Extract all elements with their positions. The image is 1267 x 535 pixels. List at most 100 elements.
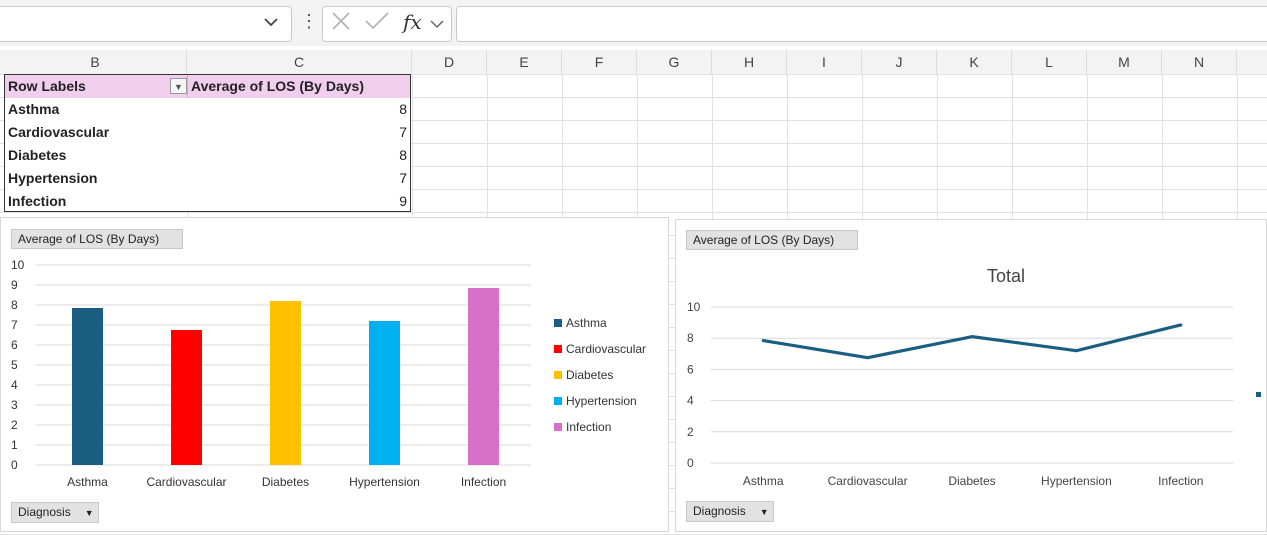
legend-label: Diabetes — [566, 368, 613, 382]
dropdown-arrow-icon: ▼ — [84, 508, 94, 518]
line-plot-area: Total 0 2 4 6 8 10 Asthma Cardiovascular Diabetes… — [687, 266, 1233, 488]
check-icon[interactable] — [364, 10, 390, 37]
data-point — [866, 356, 870, 360]
bar — [72, 308, 103, 465]
y-tick-label: 8 — [11, 298, 18, 312]
insert-function-button[interactable]: fx — [403, 10, 422, 34]
legend-swatch — [554, 345, 562, 353]
bar — [171, 330, 202, 465]
x-tick-label: Cardiovascular — [146, 475, 226, 489]
column-header-g[interactable]: G — [637, 50, 712, 74]
data-point — [761, 339, 765, 343]
chart-resize-handle[interactable] — [1256, 392, 1261, 397]
pivot-row-label: Diabetes — [8, 147, 67, 163]
legend-label: Cardiovascular — [566, 342, 646, 356]
axis-field-label: Diagnosis — [693, 504, 746, 518]
legend-swatch — [554, 319, 562, 327]
pivot-row-value: 7 — [399, 124, 407, 140]
more-vertical-icon[interactable]: ⋮ — [300, 11, 318, 31]
y-tick-label: 4 — [687, 394, 694, 408]
x-tick-label: Cardiovascular — [828, 474, 908, 488]
legend-swatch — [554, 397, 562, 405]
chart-title: Total — [987, 266, 1025, 286]
cancel-icon[interactable] — [330, 10, 352, 37]
y-tick-label: 2 — [687, 425, 694, 439]
x-tick-label: Diabetes — [262, 475, 309, 489]
formula-input[interactable] — [456, 6, 1267, 42]
y-tick-label: 9 — [11, 278, 18, 292]
data-point — [970, 335, 974, 339]
pivot-row-label: Cardiovascular — [8, 124, 110, 140]
axis-field-label: Diagnosis — [18, 505, 71, 519]
pivot-row-label: Asthma — [8, 101, 60, 117]
column-header-i[interactable]: I — [787, 50, 862, 74]
y-tick-label: 10 — [687, 300, 701, 314]
y-tick-label: 5 — [11, 358, 18, 372]
chevron-down-icon[interactable] — [264, 14, 278, 30]
legend-swatch — [554, 371, 562, 379]
x-tick-label: Infection — [1158, 474, 1203, 488]
data-point — [1179, 323, 1183, 327]
pivot-row[interactable]: Cardiovascular 7 — [5, 121, 410, 144]
column-headers: BCDEFGHIJKLMN — [0, 50, 1267, 75]
pivot-row[interactable]: Asthma 8 — [5, 98, 410, 121]
name-box[interactable] — [0, 6, 292, 42]
legend-label: Asthma — [566, 316, 607, 330]
pivot-row-value: 8 — [399, 101, 407, 117]
series-line — [762, 323, 1182, 360]
chevron-down-icon[interactable] — [430, 16, 444, 34]
y-tick-label: 0 — [11, 458, 18, 472]
dropdown-arrow-icon: ▼ — [759, 507, 769, 517]
bar — [369, 321, 400, 465]
legend-swatch — [554, 423, 562, 431]
pivot-row-value: 7 — [399, 170, 407, 186]
bar — [468, 288, 499, 465]
x-tick-label: Asthma — [743, 474, 784, 488]
bar — [270, 301, 301, 465]
column-header-d[interactable]: D — [412, 50, 487, 74]
y-tick-label: 8 — [687, 331, 694, 345]
y-tick-label: 6 — [11, 338, 18, 352]
y-tick-label: 3 — [11, 398, 18, 412]
column-header-k[interactable]: K — [937, 50, 1012, 74]
column-header-l[interactable]: L — [1012, 50, 1087, 74]
column-header-c[interactable]: C — [187, 50, 412, 74]
pivot-row[interactable]: Infection 9 — [5, 190, 410, 213]
column-header-j[interactable]: J — [862, 50, 937, 74]
column-header-b[interactable]: B — [4, 50, 187, 74]
column-header-f[interactable]: F — [562, 50, 637, 74]
column-header-e[interactable]: E — [487, 50, 562, 74]
x-tick-label: Hypertension — [349, 475, 420, 489]
pivot-row-value: 9 — [399, 193, 407, 209]
pivot-row-label: Hypertension — [8, 170, 98, 186]
x-tick-label: Infection — [461, 475, 506, 489]
y-tick-label: 1 — [11, 438, 18, 452]
line-chart[interactable]: Average of LOS (By Days) Total 0 2 4 6 8 10 Ast… — [675, 219, 1267, 532]
column-header-n[interactable]: N — [1162, 50, 1237, 74]
legend-label: Hypertension — [566, 394, 637, 408]
column-header-h[interactable]: H — [712, 50, 787, 74]
x-tick-label: Asthma — [67, 475, 108, 489]
legend-label: Infection — [566, 420, 611, 434]
pivot-row-label: Infection — [8, 193, 67, 209]
axis-field-button[interactable]: Diagnosis ▼ — [686, 501, 774, 522]
x-tick-label: Hypertension — [1041, 474, 1112, 488]
bar-chart[interactable]: Average of LOS (By Days) 0 1 2 3 4 5 6 7 8 9 10 Ast… — [0, 217, 669, 532]
filter-dropdown-button[interactable]: ▼ — [170, 78, 187, 94]
y-tick-label: 2 — [11, 418, 18, 432]
y-tick-label: 6 — [687, 362, 694, 376]
bar-plot-area: 0 1 2 3 4 5 6 7 8 9 10 Asthma Cardiovascular Diabetes… — [11, 258, 646, 489]
pivot-row[interactable]: Hypertension 7 — [5, 167, 410, 190]
y-tick-label: 10 — [11, 258, 25, 272]
pivot-header-row-labels[interactable]: Row Labels — [5, 75, 188, 98]
pivot-row-value: 8 — [399, 147, 407, 163]
y-tick-label: 0 — [687, 456, 694, 470]
pivot-row[interactable]: Diabetes 8 — [5, 144, 410, 167]
y-tick-label: 7 — [11, 318, 18, 332]
x-tick-label: Diabetes — [948, 474, 995, 488]
data-point — [1074, 349, 1078, 353]
pivot-header-value[interactable]: Average of LOS (By Days) — [188, 75, 410, 98]
axis-field-button[interactable]: Diagnosis ▼ — [11, 502, 99, 523]
pivot-table[interactable]: Row Labels ▼ Average of LOS (By Days) As… — [4, 74, 411, 212]
column-header-m[interactable]: M — [1087, 50, 1162, 74]
